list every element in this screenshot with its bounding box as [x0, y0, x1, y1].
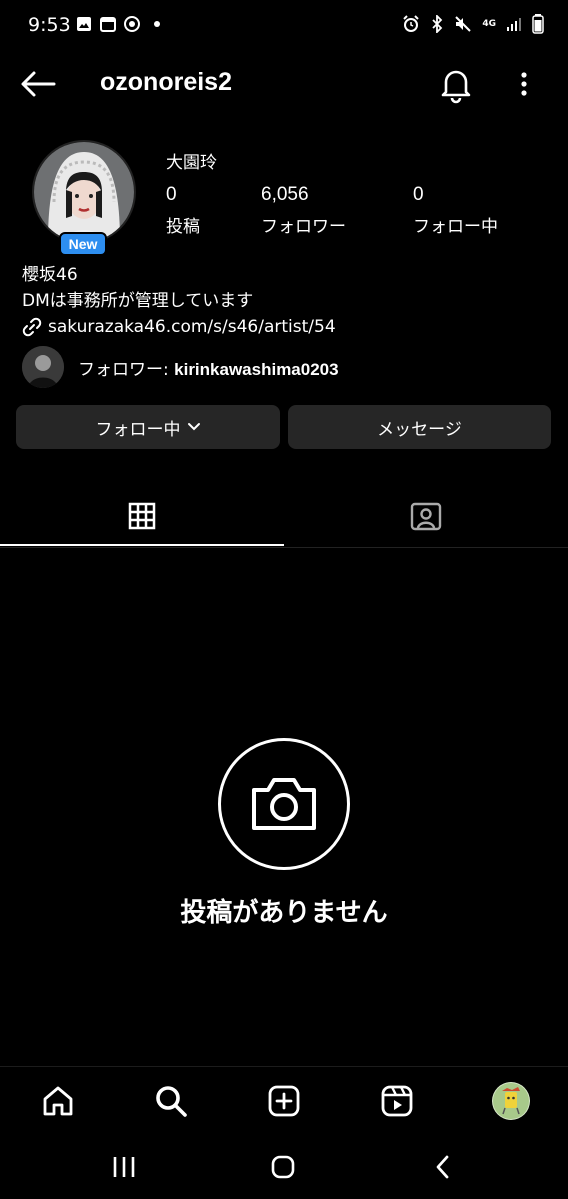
create-icon — [268, 1085, 300, 1117]
empty-state: 投稿がありません — [0, 738, 568, 929]
bluetooth-icon — [432, 15, 443, 33]
system-navigation-bar — [0, 1136, 568, 1199]
recent-apps-button[interactable] — [104, 1150, 144, 1184]
more-vertical-icon — [521, 72, 527, 96]
stat-followers[interactable]: 6,056 フォロワー — [261, 184, 346, 237]
recent-apps-icon — [113, 1157, 135, 1177]
profile-display-name: 大園玲 — [166, 153, 217, 173]
notification-dot-icon — [154, 21, 160, 27]
message-button[interactable]: メッセージ — [288, 405, 551, 449]
profile-bio: 櫻坂46 DMは事務所が管理しています sakurazaka46.com/s/s… — [22, 262, 336, 340]
following-button-label: フォロー中 — [95, 419, 181, 440]
signal-icon — [507, 18, 521, 31]
profile-avatar — [32, 140, 136, 244]
followed-by-photo-image — [22, 346, 64, 388]
chevron-left-icon — [436, 1155, 449, 1179]
new-badge: New — [59, 232, 107, 256]
network-type-label: 4G — [482, 19, 496, 29]
profile-photo-image — [34, 142, 134, 242]
bio-line: DMは事務所が管理しています — [22, 291, 254, 311]
calendar-icon — [100, 17, 116, 32]
link-icon — [22, 317, 42, 337]
stat-posts-value: 0 — [166, 184, 177, 205]
profile-avatar-image — [492, 1082, 530, 1120]
empty-state-circle — [218, 738, 350, 870]
back-button[interactable] — [18, 66, 58, 102]
nav-profile[interactable] — [491, 1081, 531, 1121]
tagged-icon — [410, 502, 442, 531]
tab-posts-grid[interactable] — [0, 486, 284, 546]
battery-icon — [532, 14, 544, 34]
alarm-icon — [403, 15, 420, 32]
message-button-label: メッセージ — [377, 419, 462, 440]
profile-username: ozonoreis2 — [100, 68, 232, 96]
bio-link-text: sakurazaka46.com/s/s46/artist/54 — [48, 317, 336, 337]
profile-tabs — [0, 486, 568, 548]
status-left-icons — [76, 16, 160, 32]
grid-icon — [128, 502, 156, 530]
followed-by-label: フォロワー: — [78, 359, 175, 380]
stat-followers-value: 6,056 — [261, 184, 309, 205]
nav-create[interactable] — [264, 1081, 304, 1121]
nav-search[interactable] — [151, 1081, 191, 1121]
camera-icon — [252, 778, 316, 830]
home-circle-icon — [271, 1155, 295, 1179]
mute-icon — [455, 16, 472, 32]
tab-tagged[interactable] — [284, 486, 568, 546]
profile-header-bar: ozonoreis2 — [0, 56, 568, 112]
stat-posts[interactable]: 0 投稿 — [166, 184, 200, 237]
following-button[interactable]: フォロー中 — [16, 405, 280, 449]
search-icon — [156, 1086, 187, 1117]
status-right-icons: 4G — [402, 14, 544, 34]
stat-following-value: 0 — [413, 184, 424, 205]
status-bar: 9:53 4G — [0, 0, 568, 52]
active-tab-indicator — [0, 544, 284, 546]
home-system-button[interactable] — [263, 1150, 303, 1184]
chrome-icon — [124, 16, 140, 32]
notifications-button[interactable] — [436, 64, 476, 104]
chevron-down-icon — [187, 423, 200, 431]
more-options-button[interactable] — [510, 66, 538, 102]
bio-link[interactable]: sakurazaka46.com/s/s46/artist/54 — [22, 314, 336, 340]
nav-reels[interactable] — [377, 1081, 417, 1121]
back-system-button[interactable] — [422, 1150, 462, 1184]
followed-by-username: kirinkawashima0203 — [174, 359, 339, 379]
nav-home[interactable] — [38, 1081, 78, 1121]
followed-by-avatar — [22, 346, 64, 388]
bell-icon — [441, 70, 471, 104]
stat-following-label: フォロー中 — [413, 217, 498, 237]
home-icon — [43, 1086, 73, 1116]
profile-avatar-container[interactable] — [32, 140, 136, 244]
bio-line: 櫻坂46 — [22, 265, 78, 285]
followed-by-text: フォロワー: kirinkawashima0203 — [78, 355, 339, 380]
stat-following[interactable]: 0 フォロー中 — [413, 184, 498, 237]
empty-state-text: 投稿がありません — [180, 898, 388, 928]
status-time: 9:53 — [28, 14, 71, 36]
profile-avatar-small — [492, 1082, 530, 1120]
stat-followers-label: フォロワー — [261, 217, 346, 237]
arrow-left-icon — [21, 71, 56, 97]
followed-by-row[interactable]: フォロワー: kirinkawashima0203 — [22, 346, 339, 388]
reels-icon — [381, 1085, 413, 1117]
gallery-icon — [77, 17, 91, 31]
bottom-navigation — [0, 1066, 568, 1136]
stat-posts-label: 投稿 — [166, 217, 200, 237]
